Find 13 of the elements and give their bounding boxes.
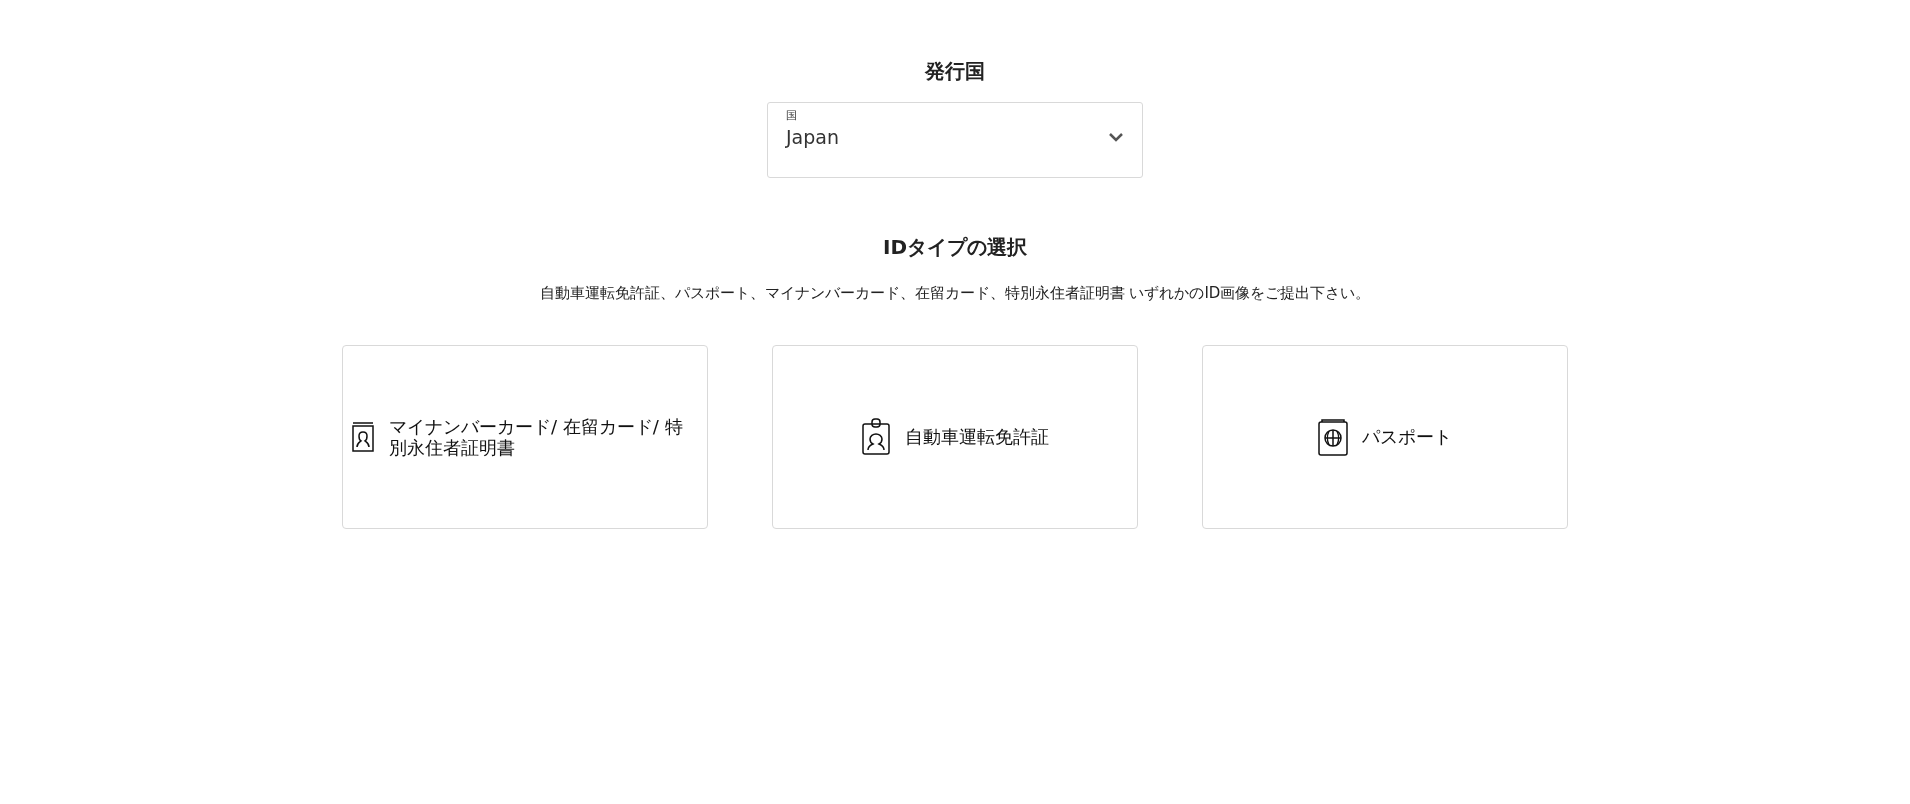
chevron-down-icon [1108, 132, 1124, 142]
description-text: 自動車運転免許証、パスポート、マイナンバーカード、在留カード、特別永住者証明書 いずれかのID画像をご提出下さい。 [539, 283, 1371, 304]
section-title: IDタイプの選択 [882, 234, 1027, 261]
section-title: 発行国 [925, 58, 985, 85]
id-card-icon [351, 420, 375, 453]
passport-icon [1318, 417, 1348, 456]
id-type-card[interactable]: マイナンバーカード/ 在留カード/ 特別永住者証明書 [342, 344, 708, 529]
select-value: Japan [786, 125, 839, 150]
country-select[interactable]: 国 Japan [767, 102, 1143, 178]
id-type-card[interactable]: 自動車運転免許証 [772, 344, 1138, 529]
badge-icon [861, 417, 891, 456]
select-label: 国 [786, 108, 798, 124]
id-type-card[interactable]: パスポート [1202, 344, 1568, 529]
